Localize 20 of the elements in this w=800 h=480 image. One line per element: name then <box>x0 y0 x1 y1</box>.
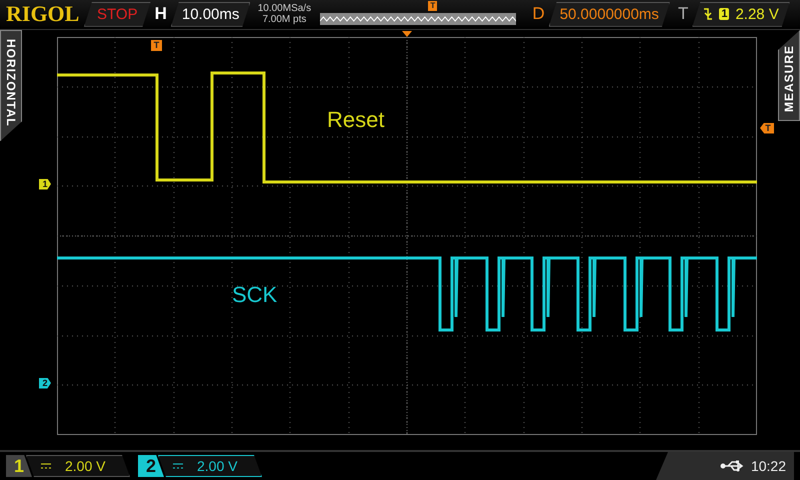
trace-label: SCK <box>232 282 278 308</box>
delay-label: D <box>532 4 545 24</box>
trigger-level-marker[interactable]: T <box>760 122 774 134</box>
channel-offset-marker[interactable]: 2 <box>39 378 51 389</box>
trigger-label: T <box>678 4 688 24</box>
clock-time: 10:22 <box>750 458 786 474</box>
trigger-position-marker[interactable]: T <box>151 40 162 51</box>
channel-offset-marker[interactable]: 1 <box>39 178 51 190</box>
run-state-indicator[interactable]: STOP <box>84 2 151 27</box>
timebase-label: H <box>154 4 167 24</box>
brand-logo: RIGOL <box>6 1 80 28</box>
delay-value[interactable]: 50.0000000ms <box>548 2 670 27</box>
trace-label: Reset <box>327 106 384 133</box>
horizontal-tab[interactable]: HORIZONTAL <box>0 30 22 142</box>
timebase-value[interactable]: 10.00ms <box>170 2 250 27</box>
trigger-position-marker: T <box>428 1 438 12</box>
trigger-settings[interactable]: 1 2.28 V <box>692 2 790 27</box>
measure-tab[interactable]: MEASURE <box>778 30 800 121</box>
memory-depth: 7.00M pts <box>262 14 306 26</box>
sample-rate: 10.00MSa/s <box>258 3 312 14</box>
